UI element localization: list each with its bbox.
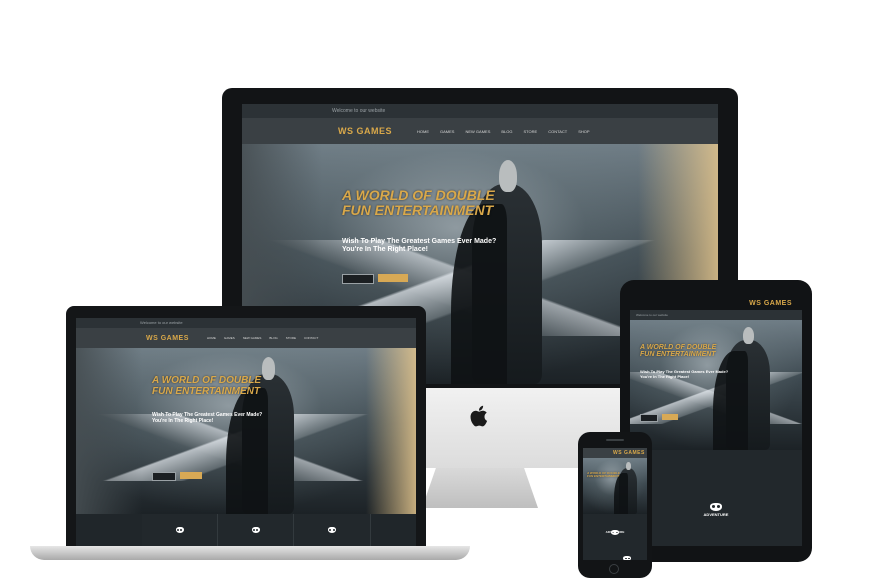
hero-banner: A WORLD OF DOUBLE FUN ENTERTAINMENT Wish… — [630, 320, 802, 450]
hero-headline: A WORLD OF DOUBLE FUN ENTERTAINMENT — [342, 187, 495, 218]
nav-item-blog[interactable]: BLOG — [501, 129, 512, 134]
hero-subline: Wish To Play The Greatest Games Ever Mad… — [152, 412, 263, 424]
laptop: Welcome to our website WS GAMES HOME GAM… — [30, 306, 470, 562]
nav-item-home[interactable]: HOME — [417, 129, 429, 134]
hero-secondary-button[interactable] — [378, 274, 408, 282]
hero-banner: A WORLD OF DOUBLE FUN ENTERTAINMENT Wish… — [76, 348, 416, 514]
site-logo[interactable]: WS GAMES — [749, 300, 792, 307]
site-logo[interactable]: WS GAMES — [146, 335, 189, 342]
nav-item-home[interactable]: HOME — [207, 336, 216, 340]
apple-logo-icon — [470, 404, 490, 428]
navbar: WS GAMES HOME GAMES NEW GAMES BLOG STORE… — [242, 118, 718, 144]
nav-item-store[interactable]: STORE — [523, 129, 537, 134]
topbar: Welcome to our website — [76, 318, 416, 328]
topbar-text: Welcome to our website — [140, 320, 183, 325]
mask-icon — [710, 503, 722, 511]
site-logo[interactable]: WS GAMES — [338, 126, 392, 136]
topbar-text: Welcome to our website — [332, 108, 386, 114]
mask-icon — [328, 527, 336, 533]
feature-section: ADVENTURE — [583, 514, 647, 560]
topbar: Welcome to our website — [630, 310, 802, 320]
laptop-base — [30, 546, 470, 560]
tablet-screen: Welcome to our website A WORLD OF DOUBLE… — [630, 310, 802, 546]
navbar: WS GAMES HOME GAMES NEW GAMES BLOG STORE… — [76, 328, 416, 348]
phone: WS GAMES A WORLD OF DOUBLE FUN ENTERTAIN… — [578, 432, 652, 578]
hero-headline: A WORLD OF DOUBLE FUN ENTERTAINMENT — [640, 344, 717, 359]
hero-primary-button[interactable] — [640, 414, 658, 422]
hero-right-panel — [366, 348, 416, 514]
feature-title: ADVENTURE — [605, 530, 625, 534]
mask-icon — [623, 556, 632, 560]
home-button[interactable] — [609, 564, 619, 574]
hero-warrior-figure — [613, 462, 637, 514]
nav-item-new-games[interactable]: NEW GAMES — [243, 336, 262, 340]
feature-card[interactable] — [218, 514, 294, 546]
nav-item-games[interactable]: GAMES — [224, 336, 235, 340]
nav-item-contact[interactable]: CONTACT — [548, 129, 567, 134]
nav-item-store[interactable]: STORE — [286, 336, 296, 340]
topbar: Welcome to our website — [242, 104, 718, 118]
hero-headline: A WORLD OF DOUBLE FUN ENTERTAINMENT — [152, 375, 262, 397]
nav-item-blog[interactable]: BLOG — [269, 336, 277, 340]
phone-speaker — [606, 439, 624, 441]
nav-item-shop[interactable]: SHOP — [578, 129, 589, 134]
mask-icon — [175, 527, 184, 533]
nav-item-contact[interactable]: CONTACT — [304, 336, 318, 340]
hero-warrior-figure — [712, 326, 770, 450]
feature-title: ADVENTURE — [703, 512, 729, 517]
navbar: WS GAMES — [583, 448, 647, 458]
hero-headline: A WORLD OF DOUBLE FUN ENTERTAINMENT — [587, 471, 620, 479]
hero-left-panel — [76, 348, 142, 514]
hero-subline: Wish To Play The Greatest Games Ever Mad… — [640, 369, 729, 379]
hero-subline: Wish To Play The Greatest Games Ever Mad… — [342, 238, 497, 254]
phone-screen: WS GAMES A WORLD OF DOUBLE FUN ENTERTAIN… — [583, 448, 647, 560]
nav-item-games[interactable]: GAMES — [440, 129, 454, 134]
nav-item-new-games[interactable]: NEW GAMES — [465, 129, 490, 134]
site-logo[interactable]: WS GAMES — [613, 450, 645, 456]
mask-icon — [251, 527, 260, 533]
feature-card[interactable] — [294, 514, 371, 546]
topbar-text: Welcome to our website — [636, 313, 668, 317]
hero-secondary-button[interactable] — [662, 414, 678, 420]
feature-card[interactable] — [142, 514, 218, 546]
hero-secondary-button[interactable] — [180, 472, 202, 479]
feature-strip — [142, 514, 371, 546]
feature-section: ADVENTURE — [630, 450, 802, 546]
laptop-screen: Welcome to our website WS GAMES HOME GAM… — [76, 318, 416, 546]
hero-primary-button[interactable] — [152, 472, 176, 481]
hero-primary-button[interactable] — [342, 274, 374, 284]
hero-banner: A WORLD OF DOUBLE FUN ENTERTAINMENT — [583, 458, 647, 514]
